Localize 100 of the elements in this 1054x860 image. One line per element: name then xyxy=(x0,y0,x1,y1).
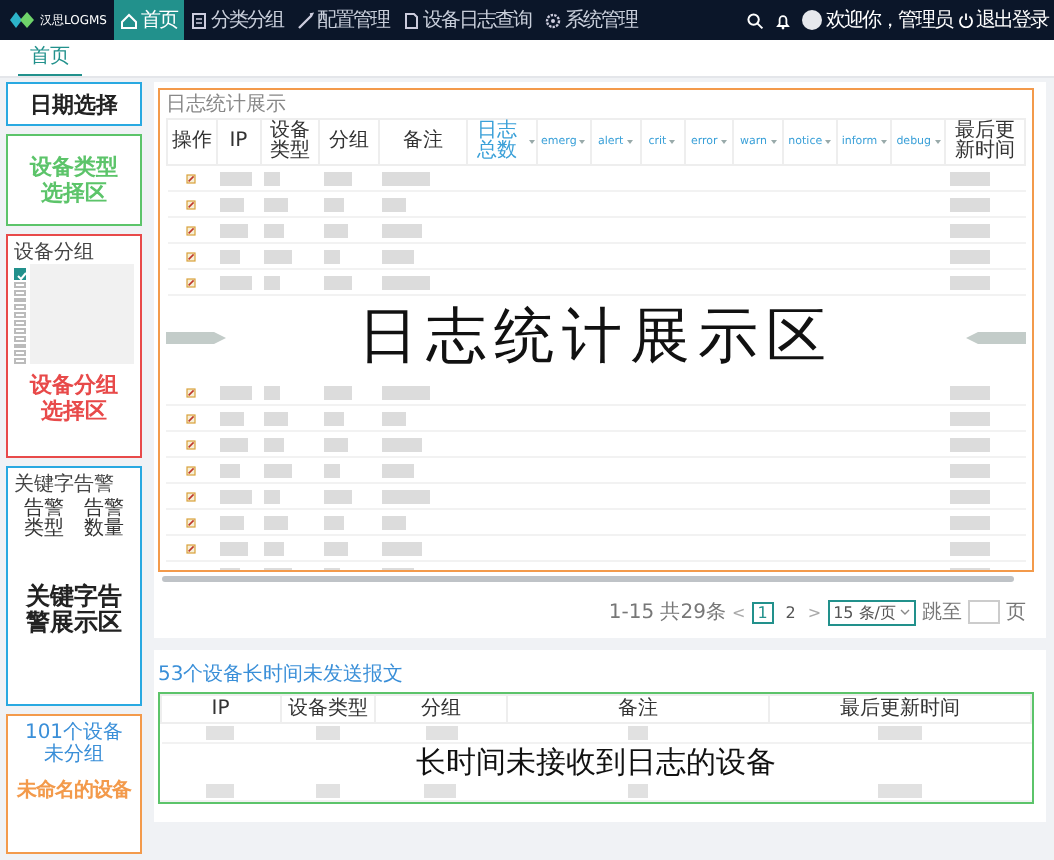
page-button[interactable]: 1 xyxy=(751,601,774,623)
redacted-text xyxy=(323,385,352,399)
redacted-text xyxy=(323,437,348,451)
checkbox[interactable] xyxy=(14,320,26,326)
redacted-text xyxy=(263,385,280,399)
logout-button[interactable]: 退出登录 xyxy=(958,6,1054,34)
redacted-text xyxy=(219,437,248,451)
sort-icon[interactable] xyxy=(578,138,587,146)
redacted-text xyxy=(220,249,241,263)
redacted-text xyxy=(323,223,348,237)
checkbox[interactable] xyxy=(14,312,26,319)
checkbox[interactable] xyxy=(14,297,26,303)
checkbox[interactable] xyxy=(14,358,26,364)
redacted-text xyxy=(877,726,922,740)
sort-icon[interactable] xyxy=(668,138,677,146)
sort-icon[interactable] xyxy=(769,138,778,146)
nav-item[interactable]: 首页 xyxy=(113,0,183,40)
sort-icon[interactable] xyxy=(879,138,888,146)
checkbox[interactable] xyxy=(14,289,26,296)
page-button[interactable]: 2 xyxy=(779,601,802,623)
annotation-label: 设备分组选择区 xyxy=(28,372,120,424)
sort-icon[interactable] xyxy=(719,138,728,146)
redacted-text xyxy=(315,726,340,740)
sort-icon[interactable] xyxy=(625,138,634,146)
redacted-text xyxy=(382,489,431,503)
annotation-label: 未命名的设备 xyxy=(17,778,131,804)
scrollbar[interactable] xyxy=(162,576,1014,582)
page-tab[interactable]: 首页 xyxy=(18,42,82,76)
edit-icon[interactable] xyxy=(186,225,197,235)
redacted-text xyxy=(220,171,253,185)
checkbox[interactable] xyxy=(14,268,26,280)
edit-icon[interactable] xyxy=(185,439,196,449)
column-header: IP xyxy=(209,699,232,719)
edit-icon[interactable] xyxy=(185,465,196,475)
nav-item[interactable]: 系统管理 xyxy=(537,0,643,40)
edit-icon[interactable] xyxy=(186,277,197,287)
redacted-text xyxy=(323,275,352,289)
column-header: 最后更新时间 xyxy=(953,122,1018,162)
redacted-text xyxy=(382,275,431,289)
redacted-text xyxy=(382,411,407,425)
redacted-text xyxy=(382,541,423,555)
edit-icon[interactable] xyxy=(186,199,197,209)
edit-icon[interactable] xyxy=(186,173,197,183)
avatar-icon xyxy=(802,10,822,30)
edit-icon[interactable] xyxy=(185,491,196,501)
page-size-select[interactable]: 15 条/页 xyxy=(827,599,916,625)
checkbox[interactable] xyxy=(14,343,26,349)
checkbox[interactable] xyxy=(14,282,26,288)
redacted-text xyxy=(264,249,293,263)
nav-item[interactable]: 设备日志查询 xyxy=(395,0,537,40)
redacted-text xyxy=(950,463,991,477)
redacted-text xyxy=(382,463,415,477)
checkbox[interactable] xyxy=(14,327,26,334)
edit-icon[interactable] xyxy=(185,413,196,423)
stale-devices-link[interactable]: 53个设备长时间未发送报文 xyxy=(158,660,1034,688)
section-title: 设备分组 xyxy=(14,242,96,264)
document-icon xyxy=(401,11,419,29)
nav-item[interactable]: 分类分组 xyxy=(183,0,289,40)
annotation-label: 关键字告警展示区 xyxy=(24,584,124,636)
column-header: 告警类型 xyxy=(24,500,64,540)
logo-icon xyxy=(8,10,36,30)
checkbox[interactable] xyxy=(14,335,26,341)
check-icon xyxy=(16,270,28,282)
redacted-text xyxy=(950,515,991,529)
list-icon xyxy=(189,11,207,29)
checkbox[interactable] xyxy=(14,304,26,311)
column-header: 最后更新时间 xyxy=(837,699,962,719)
nav-item[interactable]: 配置管理 xyxy=(289,0,395,40)
edit-icon[interactable] xyxy=(185,543,196,553)
power-icon xyxy=(958,12,974,28)
redacted-text xyxy=(382,223,423,237)
redacted-text xyxy=(950,437,991,451)
sort-icon[interactable] xyxy=(527,138,536,146)
checkbox[interactable] xyxy=(14,350,26,357)
redacted-text xyxy=(263,411,288,425)
bell-icon[interactable] xyxy=(774,11,792,29)
redacted-text xyxy=(263,437,284,451)
redacted-text xyxy=(263,463,292,477)
jump-label: 跳至 xyxy=(922,599,962,626)
redacted-text xyxy=(382,437,423,451)
annotation-label: 设备类型选择区 xyxy=(28,154,120,206)
redacted-text xyxy=(949,249,990,263)
ungrouped-link[interactable]: 101个设备未分组 xyxy=(22,722,126,766)
redacted-text xyxy=(950,489,991,503)
edit-icon[interactable] xyxy=(185,517,196,527)
page-input[interactable] xyxy=(968,600,1000,624)
edit-icon[interactable] xyxy=(186,251,197,261)
sort-icon[interactable] xyxy=(933,138,942,146)
column-header: 备注 xyxy=(615,699,660,719)
search-icon[interactable] xyxy=(746,11,764,29)
edit-icon[interactable] xyxy=(185,387,196,397)
redacted-text xyxy=(382,171,431,185)
redacted-text xyxy=(382,249,415,263)
next-page-button[interactable]: > xyxy=(807,603,822,621)
previous-page-button[interactable]: < xyxy=(731,603,746,621)
sort-icon[interactable] xyxy=(824,138,833,146)
redacted-text xyxy=(206,726,235,740)
redacted-text xyxy=(949,197,990,211)
redacted-text xyxy=(219,411,244,425)
redacted-text xyxy=(264,197,289,211)
